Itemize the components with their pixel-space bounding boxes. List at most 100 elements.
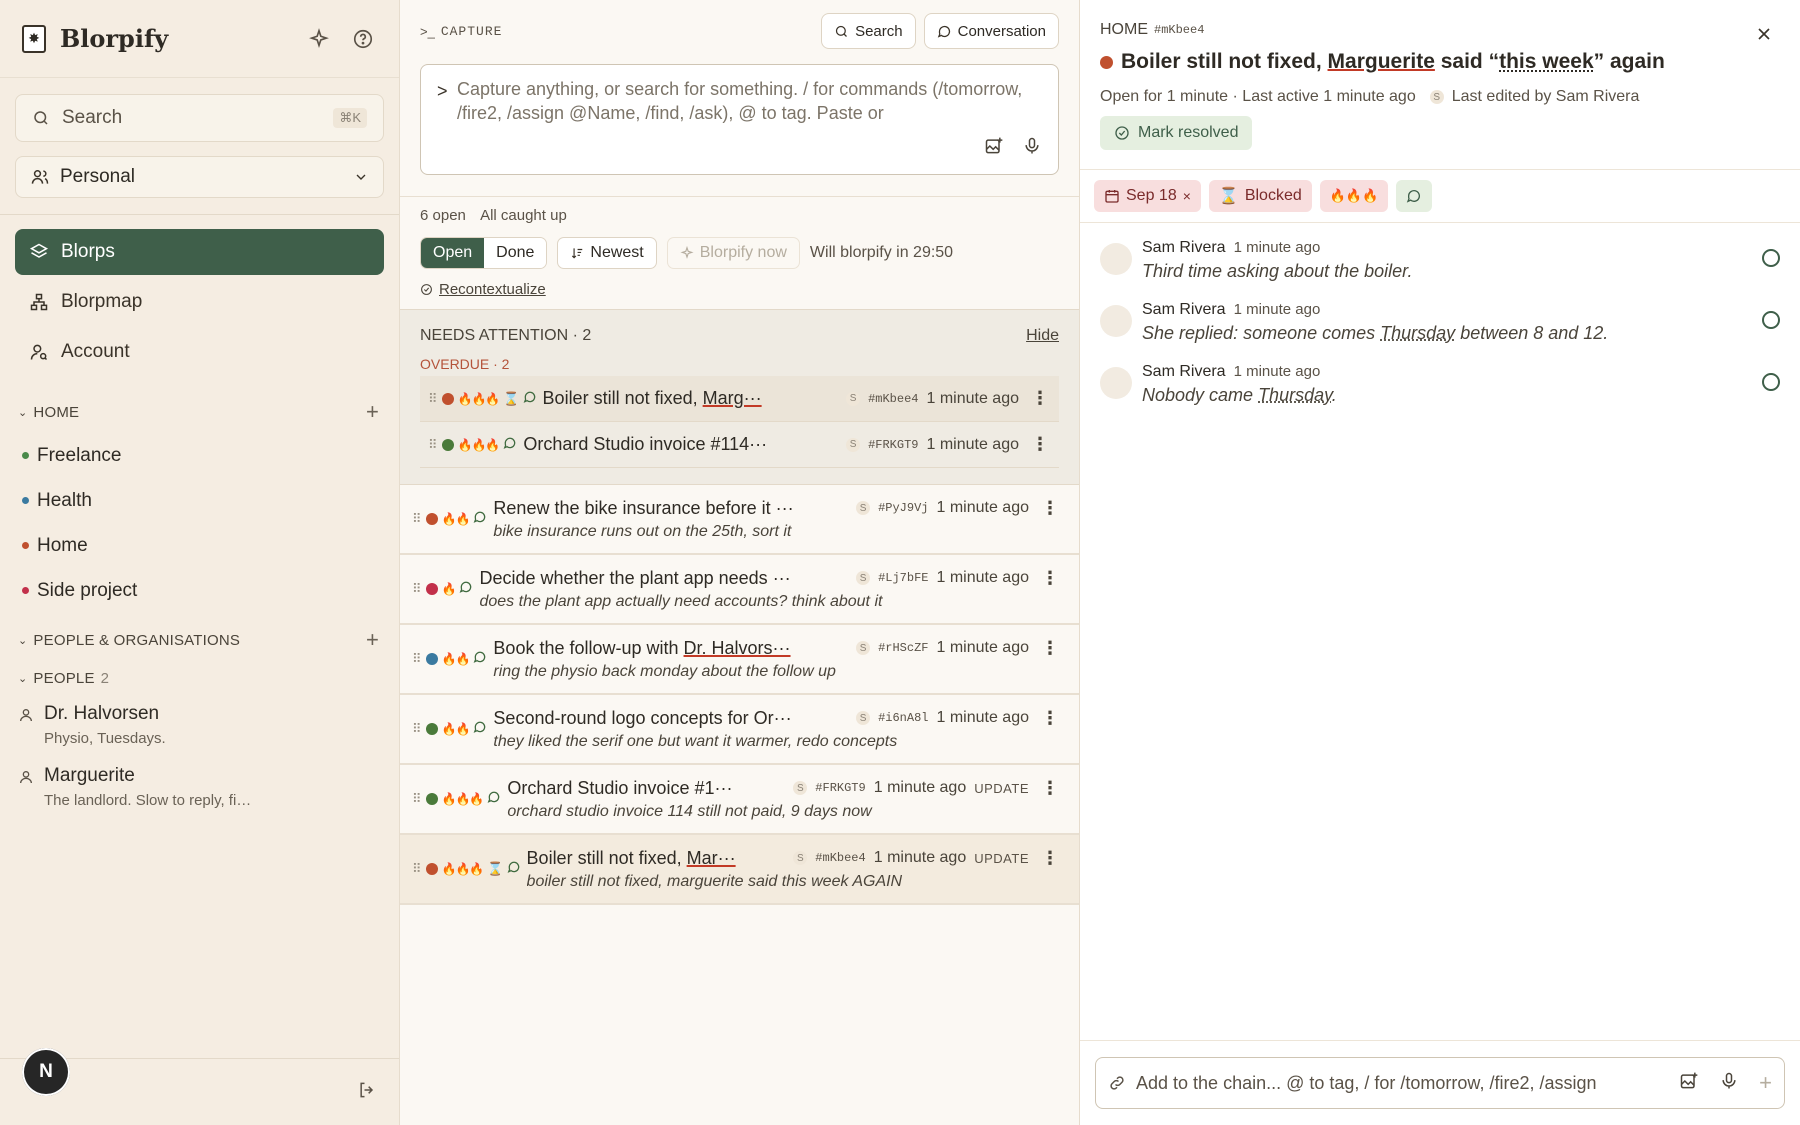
nav-account[interactable]: Account: [15, 329, 384, 375]
due-date-tag[interactable]: Sep 18 ×: [1094, 180, 1201, 212]
microphone-icon[interactable]: [1719, 1071, 1739, 1096]
nav-blorpmap[interactable]: Blorpmap: [15, 279, 384, 325]
people-header[interactable]: ⌄ PEOPLE 2: [0, 661, 399, 695]
more-menu-icon[interactable]: ⋮: [1041, 568, 1059, 589]
drag-handle-icon[interactable]: ⠿: [428, 437, 437, 453]
drag-handle-icon[interactable]: ⠿: [412, 861, 421, 877]
item-title[interactable]: Renew the bike insurance before it ···: [493, 498, 848, 519]
item-title[interactable]: Orchard Studio invoice #1···: [507, 778, 785, 799]
caret-down-icon: ⌄: [18, 672, 28, 685]
more-menu-icon[interactable]: ⋮: [1041, 638, 1059, 659]
item-title[interactable]: Second-round logo concepts for Or···: [493, 708, 848, 729]
chain-composer[interactable]: Add to the chain... @ to tag, / for /tom…: [1095, 1057, 1785, 1109]
done-tab[interactable]: Done: [484, 238, 547, 268]
sort-button[interactable]: Newest: [557, 237, 657, 269]
group-home[interactable]: Home: [0, 523, 399, 568]
search-button[interactable]: Search: [821, 13, 916, 49]
list-item[interactable]: ⠿ 🔥 Decide whether the plant app needs ···…: [400, 555, 1079, 625]
list-item[interactable]: ⠿ 🔥🔥 Second-round logo concepts for Or··· S…: [400, 695, 1079, 765]
logout-icon[interactable]: [357, 1080, 377, 1105]
remove-date-icon[interactable]: ×: [1183, 188, 1191, 204]
group-health[interactable]: Health: [0, 478, 399, 523]
drag-handle-icon[interactable]: ⠿: [412, 651, 421, 667]
status-dot[interactable]: [425, 793, 438, 805]
title-part: Boiler still not fixed,: [1121, 50, 1328, 73]
group-freelance[interactable]: Freelance: [0, 433, 399, 478]
help-icon[interactable]: [349, 25, 377, 53]
list-item[interactable]: ⠿ 🔥🔥🔥 Orchard Studio invoice #1··· S #FRKGT9…: [400, 765, 1079, 835]
comment-tag[interactable]: [1396, 180, 1433, 212]
overdue-label: OVERDUE · 2: [420, 356, 510, 372]
blorpify-now-button[interactable]: Blorpify now: [666, 237, 800, 269]
item-title[interactable]: Decide whether the plant app needs ···: [479, 568, 848, 589]
image-add-icon[interactable]: [984, 136, 1004, 162]
title-text: Second-round logo concepts for Or···: [493, 707, 792, 728]
open-tab[interactable]: Open: [421, 238, 485, 268]
status-dot[interactable]: [425, 513, 438, 525]
item-title[interactable]: Boiler still not fixed, Marg···: [543, 388, 839, 409]
add-person-icon[interactable]: +: [366, 627, 379, 653]
add-group-icon[interactable]: +: [366, 399, 379, 425]
chat-bubble-icon: [473, 719, 487, 739]
status-dot[interactable]: [441, 392, 454, 405]
group-side-project[interactable]: Side project: [0, 568, 399, 613]
comment-text-part: between 8 and 12.: [1455, 323, 1609, 343]
title-mention[interactable]: Marguerite: [1328, 50, 1435, 73]
owner-avatar: S: [793, 781, 808, 795]
blocked-tag[interactable]: ⌛ Blocked: [1208, 180, 1312, 212]
more-menu-icon[interactable]: ⋮: [1041, 708, 1059, 729]
breadcrumb-group[interactable]: HOME: [1100, 21, 1148, 39]
person-marguerite[interactable]: Marguerite The landlord. Slow to reply, …: [0, 757, 399, 809]
sparkle-icon[interactable]: [305, 25, 333, 53]
drag-handle-icon[interactable]: ⠿: [412, 791, 421, 807]
sidebar-search[interactable]: Search ⌘K: [15, 94, 384, 142]
status-dot[interactable]: [425, 863, 438, 875]
caught-up-status: All caught up: [480, 207, 567, 224]
resolve-comment-toggle[interactable]: [1762, 249, 1780, 267]
people-orgs-header[interactable]: ⌄ PEOPLE & ORGANISATIONS +: [0, 623, 399, 657]
item-title[interactable]: Orchard Studio invoice #114···: [523, 434, 838, 455]
add-icon[interactable]: +: [1759, 1070, 1772, 1096]
more-menu-icon[interactable]: ⋮: [1041, 848, 1059, 869]
priority-tag[interactable]: 🔥🔥🔥: [1319, 180, 1389, 212]
mark-resolved-button[interactable]: Mark resolved: [1100, 116, 1253, 150]
nav-blorps[interactable]: Blorps: [15, 229, 384, 275]
app-logo: ✸: [22, 24, 46, 53]
home-section-header[interactable]: ⌄ HOME +: [0, 395, 399, 429]
status-dot[interactable]: [425, 653, 438, 665]
person-halvorsen[interactable]: Dr. Halvorsen Physio, Tuesdays.: [0, 695, 399, 747]
workspace-select[interactable]: Personal: [15, 156, 384, 198]
image-add-icon[interactable]: [1679, 1071, 1699, 1096]
resolve-comment-toggle[interactable]: [1762, 311, 1780, 329]
drag-handle-icon[interactable]: ⠿: [412, 581, 421, 597]
recontextualize-link[interactable]: Recontextualize: [420, 277, 1059, 301]
more-menu-icon[interactable]: ⋮: [1041, 778, 1059, 799]
conversation-button[interactable]: Conversation: [923, 13, 1059, 49]
drag-handle-icon[interactable]: ⠿: [428, 391, 437, 407]
status-dot[interactable]: [425, 583, 438, 595]
close-icon[interactable]: [1754, 24, 1774, 50]
resolve-comment-toggle[interactable]: [1762, 373, 1780, 391]
microphone-icon[interactable]: [1022, 136, 1042, 162]
item-hash: #mKbee4: [815, 851, 866, 865]
list-item[interactable]: ⠿ 🔥🔥🔥 ⌛ Boiler still not fixed, Mar··· S #mKb…: [400, 835, 1079, 905]
more-menu-icon[interactable]: ⋮: [1031, 434, 1049, 455]
attention-row[interactable]: ⠿ 🔥🔥🔥 ⌛ Boiler still not fixed, Marg··· S #mK…: [420, 376, 1059, 422]
attention-row[interactable]: ⠿ 🔥🔥🔥 Orchard Studio invoice #114··· S #FRKG…: [420, 422, 1059, 468]
capture-input[interactable]: > Capture anything, or search for someth…: [420, 64, 1059, 175]
hide-attention-button[interactable]: Hide: [1026, 327, 1059, 345]
owner-avatar: S: [856, 501, 871, 515]
more-menu-icon[interactable]: ⋮: [1031, 388, 1049, 409]
status-dot[interactable]: [441, 438, 454, 451]
priority-fires: 🔥🔥: [441, 722, 471, 736]
item-title[interactable]: Boiler still not fixed, Mar···: [527, 848, 786, 869]
status-dot[interactable]: [425, 723, 438, 735]
nav-account-label: Account: [61, 341, 130, 362]
item-title[interactable]: Book the follow-up with Dr. Halvors···: [493, 638, 848, 659]
drag-handle-icon[interactable]: ⠿: [412, 511, 421, 527]
user-avatar[interactable]: N: [22, 1048, 70, 1096]
list-item[interactable]: ⠿ 🔥🔥 Book the follow-up with Dr. Halvors··…: [400, 625, 1079, 695]
list-item[interactable]: ⠿ 🔥🔥 Renew the bike insurance before it ··…: [400, 485, 1079, 555]
drag-handle-icon[interactable]: ⠿: [412, 721, 421, 737]
more-menu-icon[interactable]: ⋮: [1041, 498, 1059, 519]
